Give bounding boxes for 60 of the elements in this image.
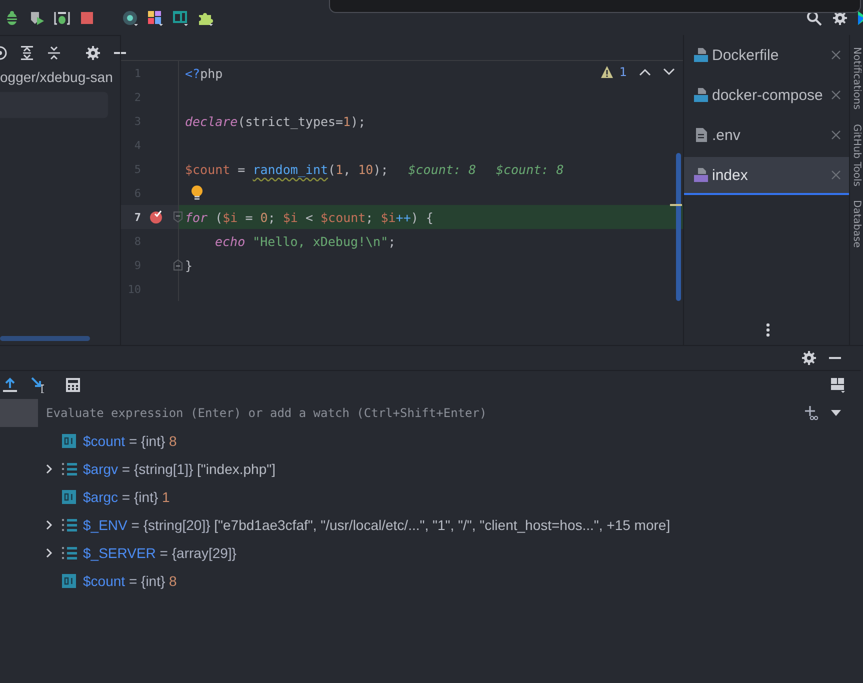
debug-bug-icon[interactable] [54,10,70,26]
layout-icon[interactable] [830,377,846,393]
variable-text[interactable]: $_SERVER = {array[29]} [83,545,236,561]
code-line: declare(strict_types=1); [185,114,366,128]
frame-indicator [0,399,38,427]
settings-icon[interactable] [801,350,817,366]
inlay-hint: $count: 8 [408,162,476,176]
stop-icon[interactable] [79,10,95,26]
board-icon[interactable] [172,10,188,26]
close-icon[interactable] [831,90,841,100]
variable-text[interactable]: $argv = {string[1]} ["index.php"] [83,461,276,477]
next-icon[interactable] [663,68,675,76]
close-icon[interactable] [831,130,841,140]
fold-icon[interactable] [173,211,183,223]
profiler-icon[interactable] [122,10,138,26]
chevron-right-icon[interactable] [45,520,53,530]
settings-icon[interactable] [85,45,101,61]
file-tab[interactable]: Dockerfile [684,37,849,75]
chevron-right-icon[interactable] [45,548,53,558]
file-tab[interactable]: .env [684,117,849,155]
bug-icon[interactable] [4,10,20,26]
variable-text[interactable]: $_ENV = {string[20]} ["e7bd1ae3cfaf", "/usr/local/etc/...", "1", "/", "client_host=hos...", +15 more] [83,517,670,533]
variable-text[interactable]: $argc = {int} 1 [83,489,170,505]
warning-marker[interactable] [670,204,682,206]
more-icon[interactable] [766,323,770,337]
code-line: $count = random_int(1, 10); [185,162,388,176]
evaluate-field[interactable]: Evaluate expression (Enter) or add a watch (Ctrl+Shift+Enter) [38,399,805,427]
code-line: for ($i = 0; $i < $count; $i++) { [185,210,434,224]
fold-icon[interactable] [173,259,183,271]
inlay-hint: $count: 8 [496,162,564,176]
shield-play-icon[interactable] [29,10,45,26]
tiles-icon[interactable] [147,10,163,26]
upload-icon[interactable] [2,377,18,393]
chevron-right-icon[interactable] [45,464,53,474]
code-line: } [185,258,193,272]
tool-window-tab[interactable]: Database [850,200,863,248]
expand-all-icon[interactable] [19,45,35,61]
project-path[interactable]: ogger/xdebug-san [0,66,113,88]
collapse-all-icon[interactable] [46,45,62,61]
problem-count[interactable]: 1 [619,65,627,79]
file-tab[interactable]: index [684,157,849,195]
scrollbar[interactable] [0,336,90,341]
scrollbar[interactable] [676,153,681,301]
calculator-icon[interactable] [66,378,80,392]
add-watch-icon[interactable] [805,406,819,420]
lightbulb-icon[interactable] [191,185,203,201]
dropdown-icon[interactable] [831,410,841,416]
previous-icon[interactable] [639,68,651,76]
variable-text[interactable]: $count = {int} 8 [83,433,177,449]
file-tab[interactable]: docker-compose [684,77,849,115]
code-line: echo "Hello, xDebug!\n"; [214,234,396,248]
tool-window-tab[interactable]: Notifications [850,47,863,110]
line-number: 7 [133,210,141,224]
warning-icon [601,66,614,78]
code-line: <?php [185,66,223,80]
breakpoint-icon[interactable] [149,210,163,224]
tool-window-tab[interactable]: GitHub Tools [850,124,863,186]
variable-text[interactable]: $count = {int} 8 [83,573,177,589]
arrow-cursor-icon[interactable] [31,377,47,393]
close-icon[interactable] [831,50,841,60]
